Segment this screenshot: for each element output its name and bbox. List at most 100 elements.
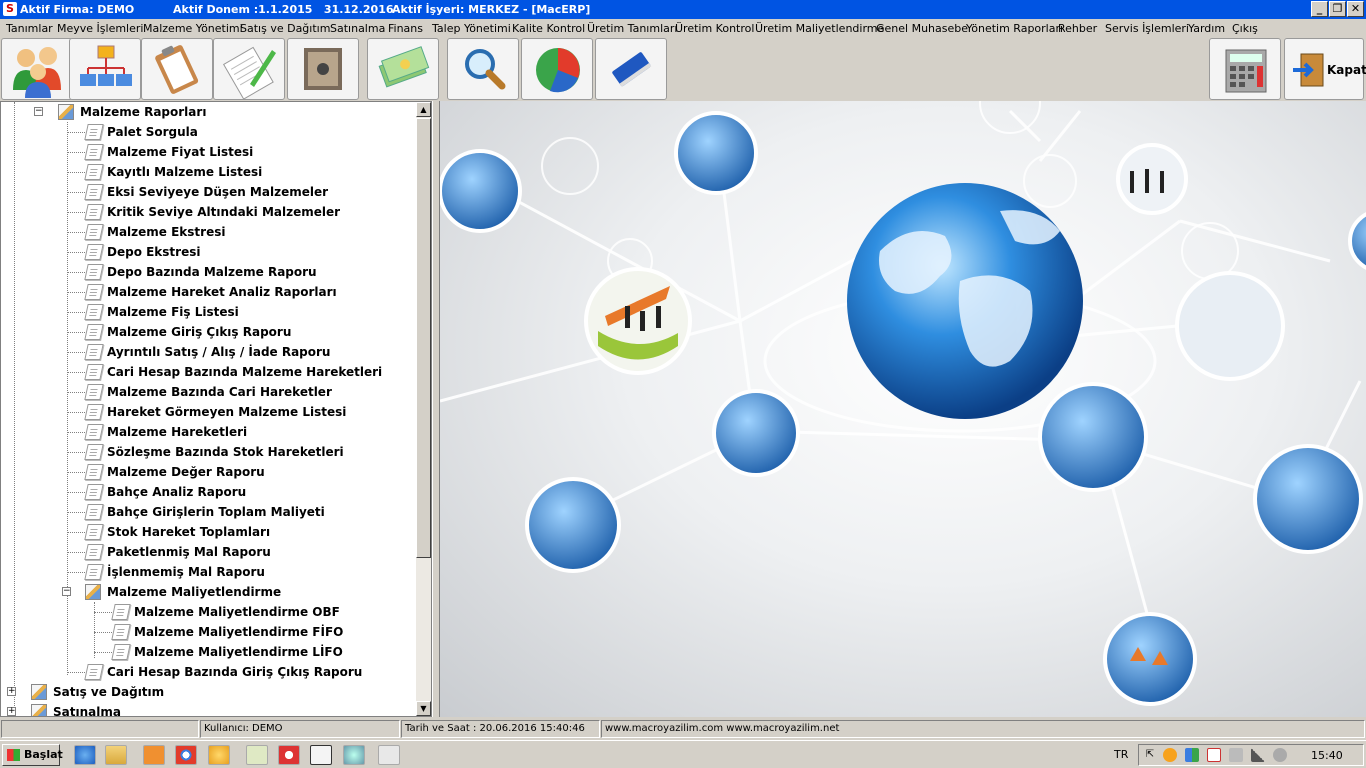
- scroll-thumb[interactable]: [416, 118, 431, 558]
- tree-item-report[interactable]: Malzeme Fiyat Listesi: [1, 142, 431, 162]
- menu-rehber[interactable]: Rehber: [1058, 22, 1097, 35]
- clock[interactable]: 15:40: [1311, 749, 1343, 762]
- language-indicator[interactable]: TR: [1114, 748, 1128, 761]
- tree-item-report[interactable]: Malzeme Değer Raporu: [1, 462, 431, 482]
- search-button[interactable]: [447, 38, 519, 100]
- menu-servis-islemleri[interactable]: Servis İşlemleri: [1105, 22, 1189, 35]
- tree-item-report[interactable]: Eksi Seviyeye Düşen Malzemeler: [1, 182, 431, 202]
- tree-item-report[interactable]: Malzeme Ekstresi: [1, 222, 431, 242]
- menu-finans[interactable]: Finans: [388, 22, 423, 35]
- close-button[interactable]: ✕: [1347, 1, 1364, 17]
- tree-item-costing-report[interactable]: Malzeme Maliyetlendirme FİFO: [1, 622, 431, 642]
- tree-item-report[interactable]: Ayrıntılı Satış / Alış / İade Raporu: [1, 342, 431, 362]
- chrome-icon[interactable]: [175, 745, 197, 765]
- tree-item-report[interactable]: Cari Hesap Bazında Giriş Çıkış Raporu: [1, 662, 431, 682]
- action-center-icon[interactable]: [1207, 748, 1221, 762]
- tree-item-report[interactable]: Kritik Seviye Altındaki Malzemeler: [1, 202, 431, 222]
- collapse-toggle[interactable]: −: [34, 107, 43, 116]
- collapse-toggle[interactable]: −: [62, 587, 71, 596]
- tree-connector: [67, 292, 85, 293]
- macerp-icon[interactable]: [278, 745, 300, 765]
- minimize-button[interactable]: _: [1311, 1, 1328, 17]
- screenshot-tool-icon[interactable]: [378, 745, 400, 765]
- menu-cikis[interactable]: Çıkış: [1232, 22, 1258, 35]
- menu-talep-yonetimi[interactable]: Talep Yönetimi: [432, 22, 511, 35]
- menu-satinalma[interactable]: Satınalma: [330, 22, 385, 35]
- tree-item-report[interactable]: Bahçe Girişlerin Toplam Maliyeti: [1, 502, 431, 522]
- tree-item-report[interactable]: Malzeme Fiş Listesi: [1, 302, 431, 322]
- menu-meyve-islemleri[interactable]: Meyve İşlemleri: [57, 22, 143, 35]
- tree-item-report[interactable]: Malzeme Bazında Cari Hareketler: [1, 382, 431, 402]
- volume-icon[interactable]: [1273, 748, 1287, 762]
- menu-satis-ve-dagitim[interactable]: Satış ve Dağıtım: [240, 22, 330, 35]
- app-shortcut-icon[interactable]: [246, 745, 268, 765]
- tree-item-report[interactable]: Depo Bazında Malzeme Raporu: [1, 262, 431, 282]
- money-button[interactable]: [367, 38, 439, 100]
- menu-malzeme-yonetimi[interactable]: Malzeme Yönetimi: [143, 22, 243, 35]
- menu-kalite-kontrol[interactable]: Kalite Kontrol: [512, 22, 585, 35]
- menu-yonetim-raporlari[interactable]: Yönetim Raporları: [966, 22, 1063, 35]
- calculator-button[interactable]: [1209, 38, 1281, 100]
- menu-tanimlar[interactable]: Tanımlar: [6, 22, 53, 35]
- tree-item-report[interactable]: Stok Hareket Toplamları: [1, 522, 431, 542]
- tree-node-satinalma[interactable]: + Satınalma: [1, 702, 431, 716]
- tree-item-costing-report[interactable]: Malzeme Maliyetlendirme OBF: [1, 602, 431, 622]
- media-player-icon[interactable]: [143, 745, 165, 765]
- reports-button[interactable]: [521, 38, 593, 100]
- tree-item-report[interactable]: Paketlenmiş Mal Raporu: [1, 542, 431, 562]
- start-button[interactable]: Başlat: [2, 744, 63, 766]
- users-button[interactable]: [1, 38, 73, 100]
- pane-splitter[interactable]: [432, 101, 440, 717]
- macerp-active-icon[interactable]: [310, 745, 332, 765]
- safe-button[interactable]: [287, 38, 359, 100]
- tree-item-report[interactable]: Bahçe Analiz Raporu: [1, 482, 431, 502]
- menu-yardim[interactable]: Yardım: [1188, 22, 1225, 35]
- book-button[interactable]: [595, 38, 667, 100]
- scroll-down-arrow-icon[interactable]: ▼: [416, 701, 431, 716]
- scroll-up-arrow-icon[interactable]: ▲: [416, 102, 431, 117]
- expand-toggle[interactable]: +: [7, 687, 16, 696]
- battery-icon[interactable]: [1229, 748, 1243, 762]
- tree-item-report[interactable]: Malzeme Hareket Analiz Raporları: [1, 282, 431, 302]
- expand-toggle[interactable]: +: [7, 707, 16, 716]
- menu-uretim-tanimlari[interactable]: Üretim Tanımları: [587, 22, 677, 35]
- tree-scrollbar[interactable]: ▲ ▼: [416, 102, 431, 716]
- windows-flag-icon[interactable]: [1185, 748, 1199, 762]
- tree-node-malzeme-raporlari[interactable]: − Malzeme Raporları: [1, 102, 431, 122]
- tree-item-report[interactable]: Kayıtlı Malzeme Listesi: [1, 162, 431, 182]
- tree-item-report[interactable]: Cari Hesap Bazında Malzeme Hareketleri: [1, 362, 431, 382]
- tree-item-report[interactable]: Depo Ekstresi: [1, 242, 431, 262]
- tree-node-satis-ve-dagitim[interactable]: + Satış ve Dağıtım: [1, 682, 431, 702]
- tree-node-malzeme-maliyetlendirme[interactable]: − Malzeme Maliyetlendirme: [1, 582, 431, 602]
- restore-button[interactable]: ❐: [1329, 1, 1346, 17]
- file-explorer-icon[interactable]: [105, 745, 127, 765]
- report-page-icon: [84, 404, 104, 420]
- tree-item-label: Malzeme Fiş Listesi: [107, 305, 239, 319]
- tree-item-costing-report[interactable]: Malzeme Maliyetlendirme LİFO: [1, 642, 431, 662]
- kapat-button[interactable]: Kapat: [1284, 38, 1366, 100]
- menu-genel-muhasebe[interactable]: Genel Muhasebe: [876, 22, 968, 35]
- menu-uretim-maliyetlendirme[interactable]: Üretim Maliyetlendirme: [755, 22, 884, 35]
- tree-item-report[interactable]: Malzeme Hareketleri: [1, 422, 431, 442]
- tree-item-report[interactable]: İşlenmemiş Mal Raporu: [1, 562, 431, 582]
- active-period: Aktif Donem :1.1.2015 31.12.2016: [173, 3, 394, 16]
- smile-app-icon[interactable]: [208, 745, 230, 765]
- tree-item-label: Depo Bazında Malzeme Raporu: [107, 265, 317, 279]
- internet-explorer-icon[interactable]: [74, 745, 96, 765]
- tray-expand-icon[interactable]: ⇱: [1143, 748, 1157, 762]
- network-app-icon[interactable]: [343, 745, 365, 765]
- tree-item-report[interactable]: Palet Sorgula: [1, 122, 431, 142]
- tree-connector: [67, 492, 85, 493]
- org-chart-button[interactable]: [69, 38, 141, 100]
- tree-item-report[interactable]: Sözleşme Bazında Stok Hareketleri: [1, 442, 431, 462]
- tree-item-report[interactable]: Malzeme Giriş Çıkış Raporu: [1, 322, 431, 342]
- notepad-button[interactable]: [213, 38, 285, 100]
- menu-uretim-kontrol[interactable]: Üretim Kontrol: [675, 22, 754, 35]
- tree-item-label: Malzeme Maliyetlendirme FİFO: [134, 625, 344, 639]
- tree-item-report[interactable]: Hareket Görmeyen Malzeme Listesi: [1, 402, 431, 422]
- clipboard-button[interactable]: [141, 38, 213, 100]
- avast-icon[interactable]: [1163, 748, 1177, 762]
- network-signal-icon[interactable]: [1251, 748, 1265, 762]
- tree-connector: [67, 392, 85, 393]
- title-bar: S Aktif Firma: DEMO Aktif Donem :1.1.201…: [0, 0, 1366, 19]
